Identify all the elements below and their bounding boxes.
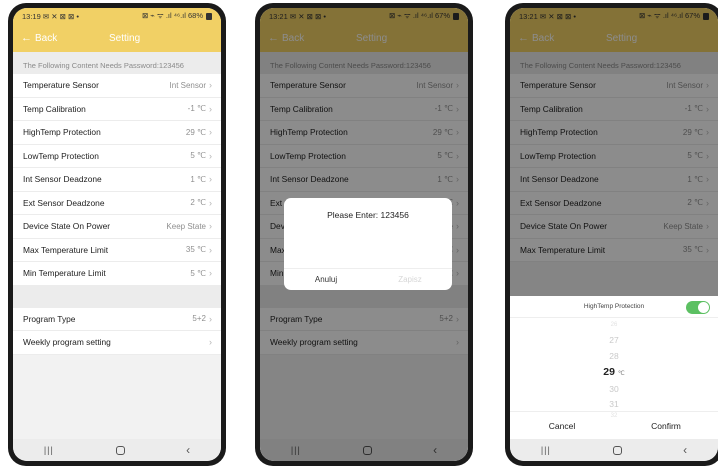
toggle-knob: [698, 302, 709, 313]
home-button[interactable]: [612, 445, 622, 455]
unit-label: ℃: [617, 371, 625, 377]
status-time: 13:19: [22, 11, 41, 21]
chevron-right-icon: ›: [209, 197, 212, 208]
chevron-right-icon: ›: [209, 268, 212, 279]
page-title: Setting: [109, 32, 141, 44]
row-label: Int Sensor Deadzone: [23, 174, 102, 185]
setting-row-device-state[interactable]: Device State On Power Keep State›: [13, 215, 221, 239]
row-label: Program Type: [23, 313, 76, 324]
dialog-save-button[interactable]: Zapisz: [368, 269, 452, 290]
battery-icon: [206, 12, 212, 20]
back-label: Back: [35, 32, 58, 44]
chevron-right-icon: ›: [209, 244, 212, 255]
nav-back-button[interactable]: ‹: [186, 443, 190, 457]
picker-header: HighTemp Protection: [510, 296, 718, 318]
row-label: Ext Sensor Deadzone: [23, 197, 105, 208]
phone-1: 13:19 ✉ ✕ ⊠ ⊠ • ⊠ ⌁ ᯤ .ıl ⁴⁶.ıl 68% ← Ba…: [8, 3, 226, 466]
selected-value: 29: [603, 366, 615, 378]
section-divider: [13, 285, 221, 308]
chevron-right-icon: ›: [209, 337, 212, 348]
setting-row-weekly-program[interactable]: Weekly program setting ›: [13, 331, 221, 355]
picker-buttons: Cancel Confirm: [510, 411, 718, 439]
value-picker-sheet: HighTemp Protection 26 27 28 29 ℃ 30 31 3…: [510, 296, 718, 439]
wheel-option[interactable]: 28: [510, 351, 718, 361]
row-label: Max Temperature Limit: [23, 244, 109, 255]
row-label: Min Temperature Limit: [23, 268, 106, 279]
wheel-selected-option[interactable]: 29 ℃: [510, 366, 718, 378]
picker-title: HighTemp Protection: [583, 303, 645, 310]
status-right: ⊠ ⌁ ᯤ .ıl ⁴⁶.ıl 68%: [142, 11, 212, 21]
dialog-buttons: Anuluj Zapisz: [284, 268, 452, 290]
row-value: 5+2: [192, 314, 206, 324]
row-value: 1 ℃: [190, 174, 206, 184]
wheel-option[interactable]: 31: [510, 399, 718, 409]
recent-apps-button[interactable]: |||: [541, 445, 551, 455]
row-value: 2 ℃: [190, 198, 206, 208]
setting-row-int-sensor-deadzone[interactable]: Int Sensor Deadzone 1 ℃ ›: [13, 168, 221, 192]
row-label: Temperature Sensor: [23, 80, 99, 91]
row-value: 5 ℃: [190, 151, 206, 161]
nav-back-button[interactable]: ‹: [683, 443, 687, 457]
password-note: The Following Content Needs Password:123…: [13, 52, 221, 74]
row-value: -1 ℃: [187, 104, 206, 114]
phone-screen: 13:19 ✉ ✕ ⊠ ⊠ • ⊠ ⌁ ᯤ .ıl ⁴⁶.ıl 68% ← Ba…: [13, 8, 221, 461]
dialog-cancel-button[interactable]: Anuluj: [284, 269, 368, 290]
phone-3: 13:21 ✉ ✕ ⊠ ⊠ • ⊠ ⌁ ᯤ .ıl ⁴⁶.ıl 67% ← Ba…: [505, 3, 718, 466]
chevron-right-icon: ›: [209, 103, 212, 114]
row-value: 35 ℃: [185, 245, 206, 255]
recent-apps-button[interactable]: |||: [44, 445, 54, 455]
number-wheel[interactable]: 26 27 28 29 ℃ 30 31 32: [510, 318, 718, 423]
picker-confirm-button[interactable]: Confirm: [614, 412, 718, 439]
row-label: LowTemp Protection: [23, 150, 99, 161]
phone-2: 13:21 ✉ ✕ ⊠ ⊠ • ⊠ ⌁ ᯤ .ıl ⁴⁶.ıl 67% ← Ba…: [255, 3, 473, 466]
back-button[interactable]: ← Back: [21, 32, 109, 44]
notification-icons: ✉ ✕ ⊠ ⊠ •: [42, 11, 79, 21]
wheel-option[interactable]: 27: [510, 335, 718, 345]
home-button[interactable]: [115, 445, 125, 455]
setting-row-temp-calibration[interactable]: Temp Calibration -1 ℃ ›: [13, 97, 221, 121]
screenshot-collage: 13:19 ✉ ✕ ⊠ ⊠ • ⊠ ⌁ ᯤ .ıl ⁴⁶.ıl 68% ← Ba…: [0, 0, 718, 468]
status-left: 13:19 ✉ ✕ ⊠ ⊠ •: [22, 12, 79, 21]
setting-row-min-temp-limit[interactable]: Min Temperature Limit 5 ℃›: [13, 262, 221, 286]
row-label: Device State On Power: [23, 221, 111, 232]
phone-screen: 13:21 ✉ ✕ ⊠ ⊠ • ⊠ ⌁ ᯤ .ıl ⁴⁶.ıl 67% ← Ba…: [510, 8, 718, 461]
setting-row-program-type[interactable]: Program Type 5+2 ›: [13, 307, 221, 331]
chevron-right-icon: ›: [209, 221, 212, 232]
signal-battery-text: ⊠ ⌁ ᯤ .ıl ⁴⁶.ıl 68%: [141, 11, 203, 20]
android-nav-bar: ||| ‹: [13, 439, 221, 461]
chevron-right-icon: ›: [209, 80, 212, 91]
title-bar: ← Back Setting: [13, 24, 221, 52]
row-label: Temp Calibration: [23, 103, 86, 114]
picker-cancel-button[interactable]: Cancel: [510, 412, 614, 439]
row-value: Keep State: [166, 221, 206, 231]
chevron-right-icon: ›: [209, 150, 212, 161]
password-dialog: Please Enter: 123456 Anuluj Zapisz: [284, 198, 452, 290]
row-value: 29 ℃: [185, 127, 206, 137]
setting-row-ext-sensor-deadzone[interactable]: Ext Sensor Deadzone 2 ℃›: [13, 191, 221, 215]
chevron-right-icon: ›: [209, 174, 212, 185]
android-nav-bar: ||| ‹: [510, 439, 718, 461]
settings-list: Temperature Sensor Int Sensor › Temp Calib…: [13, 74, 221, 286]
setting-row-max-temp-limit[interactable]: Max Temperature Limit 35 ℃›: [13, 238, 221, 262]
status-bar: 13:19 ✉ ✕ ⊠ ⊠ • ⊠ ⌁ ᯤ .ıl ⁴⁶.ıl 68%: [13, 8, 221, 24]
setting-row-temperature-sensor[interactable]: Temperature Sensor Int Sensor ›: [13, 74, 221, 98]
phone-screen: 13:21 ✉ ✕ ⊠ ⊠ • ⊠ ⌁ ᯤ .ıl ⁴⁶.ıl 67% ← Ba…: [260, 8, 468, 461]
wheel-option[interactable]: 26: [510, 322, 718, 328]
row-value: 5 ℃: [190, 268, 206, 278]
dialog-title: Please Enter: 123456: [327, 210, 409, 220]
enable-toggle[interactable]: [686, 301, 710, 314]
setting-row-hightemp-protection[interactable]: HighTemp Protection 29 ℃ ›: [13, 121, 221, 145]
row-label: Weekly program setting: [23, 337, 111, 348]
wheel-option[interactable]: 30: [510, 384, 718, 394]
setting-row-lowtemp-protection[interactable]: LowTemp Protection 5 ℃ ›: [13, 144, 221, 168]
back-arrow-icon: ←: [21, 32, 32, 44]
row-value: Int Sensor: [169, 80, 206, 90]
chevron-right-icon: ›: [209, 313, 212, 324]
chevron-right-icon: ›: [209, 127, 212, 138]
row-label: HighTemp Protection: [23, 127, 101, 138]
